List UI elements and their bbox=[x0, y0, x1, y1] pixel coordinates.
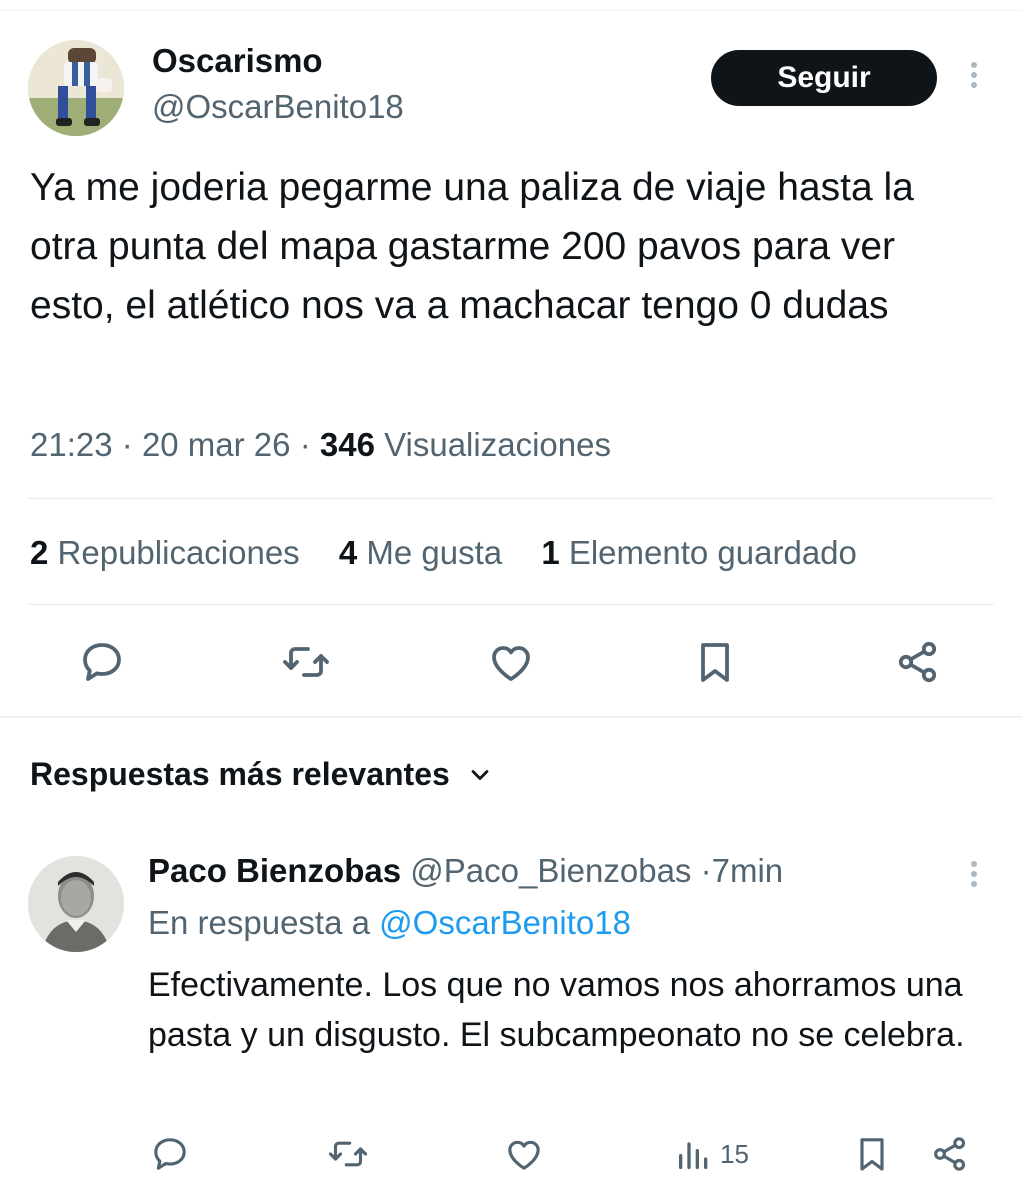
replies-sort-dropdown[interactable]: Respuestas más relevantes bbox=[30, 756, 494, 793]
reposts-stat[interactable]: 2 Republicaciones bbox=[30, 534, 300, 571]
chevron-down-icon bbox=[471, 769, 489, 780]
reply-share-icon[interactable] bbox=[930, 1132, 970, 1176]
more-options-icon[interactable] bbox=[962, 58, 986, 98]
reply-text: Efectivamente. Los que no vamos nos ahor… bbox=[148, 966, 965, 1054]
tweet-stats: 2 Republicaciones 4 Me gusta 1 Elemento … bbox=[30, 534, 857, 572]
reply-bookmark-icon[interactable] bbox=[852, 1132, 892, 1176]
views-label: Visualizaciones bbox=[384, 426, 611, 463]
like-icon[interactable] bbox=[485, 636, 537, 688]
views-count: 346 bbox=[319, 426, 375, 463]
reply-author-avatar[interactable] bbox=[28, 856, 124, 952]
follow-button[interactable]: Seguir bbox=[711, 50, 937, 106]
divider bbox=[28, 498, 994, 499]
reply-more-options-icon[interactable] bbox=[962, 857, 986, 897]
author-name[interactable]: Oscarismo bbox=[152, 42, 323, 80]
tweet-text: Ya me joderia pegarme una paliza de viaj… bbox=[30, 166, 914, 327]
reply-author-handle[interactable]: @Paco_Bienzobas bbox=[410, 852, 691, 889]
bookmarks-stat[interactable]: 1 Elemento guardado bbox=[541, 534, 857, 571]
reply-views-count: 15 bbox=[720, 1138, 749, 1169]
reply-like-icon[interactable] bbox=[504, 1132, 544, 1176]
section-divider bbox=[0, 716, 1022, 718]
in-reply-to: En respuesta a @OscarBenito18 bbox=[148, 904, 631, 941]
likes-stat[interactable]: 4 Me gusta bbox=[339, 534, 502, 571]
bookmark-icon[interactable] bbox=[689, 636, 741, 688]
reply-views[interactable]: 15 bbox=[674, 1132, 749, 1176]
views-icon bbox=[679, 1142, 708, 1169]
replies-sort-label: Respuestas más relevantes bbox=[30, 756, 450, 792]
author-handle[interactable]: @OscarBenito18 bbox=[152, 88, 404, 126]
tweet-time[interactable]: 21:23 bbox=[30, 426, 113, 463]
reply-retweet-icon[interactable] bbox=[328, 1132, 368, 1176]
mention-link[interactable]: @OscarBenito18 bbox=[379, 904, 631, 941]
tweet-meta: 21:23 · 20 mar 26 · 346 Visualizaciones bbox=[30, 426, 611, 463]
divider bbox=[28, 604, 994, 605]
share-icon[interactable] bbox=[892, 636, 944, 688]
author-avatar[interactable] bbox=[28, 40, 124, 136]
reply-time[interactable]: 7min bbox=[712, 852, 784, 889]
reply-icon[interactable] bbox=[76, 636, 128, 688]
top-divider bbox=[0, 10, 1022, 11]
reply-header: Paco Bienzobas @Paco_Bienzobas ·7min bbox=[148, 852, 784, 889]
reply-author-name[interactable]: Paco Bienzobas bbox=[148, 852, 401, 889]
tweet-date[interactable]: 20 mar 26 bbox=[142, 426, 291, 463]
reply-reply-icon[interactable] bbox=[150, 1132, 190, 1176]
retweet-icon[interactable] bbox=[280, 636, 332, 688]
